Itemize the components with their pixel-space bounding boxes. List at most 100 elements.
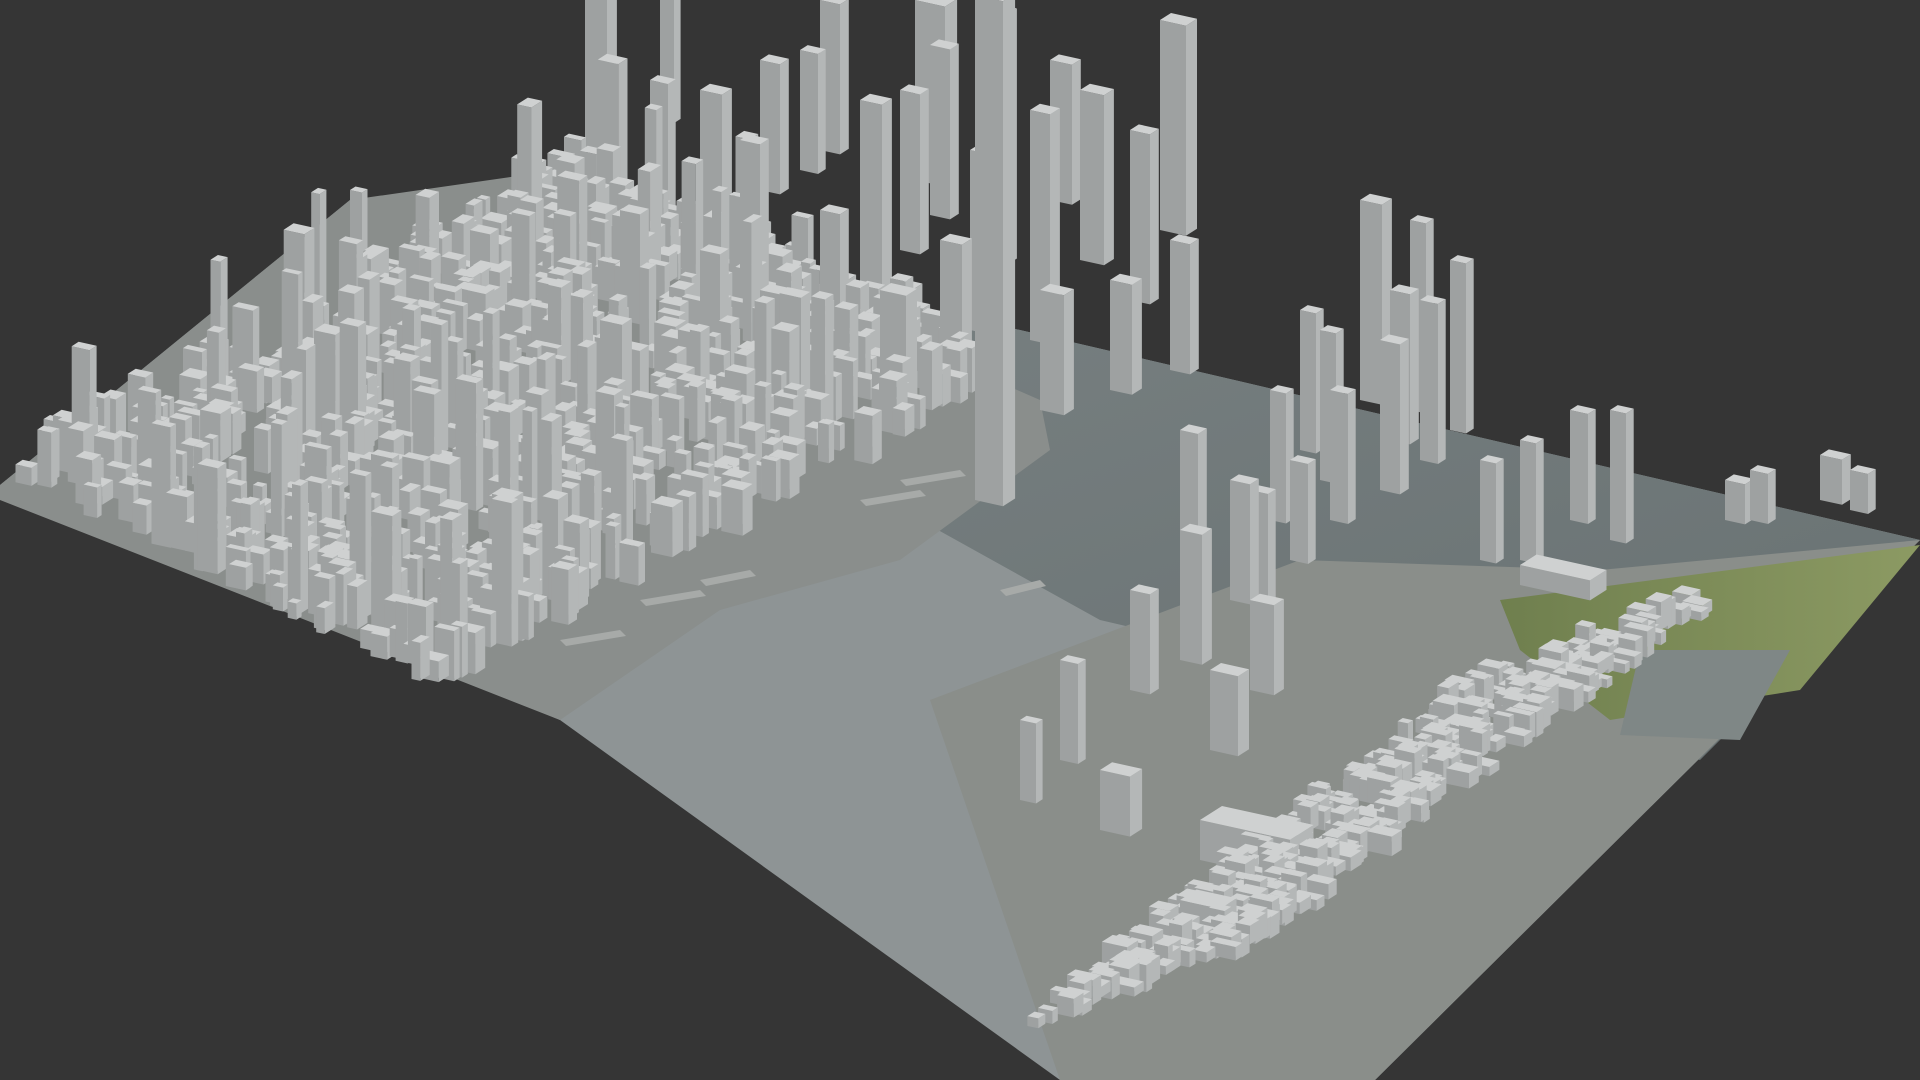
building-face-left — [900, 90, 920, 255]
building-face-right — [476, 378, 484, 511]
building — [1750, 465, 1776, 524]
building-face-right — [1078, 659, 1086, 764]
building-face-left — [272, 585, 283, 612]
building-face-left — [83, 484, 98, 518]
building-face-left — [892, 408, 905, 437]
building-face-right — [942, 364, 951, 407]
building-face-left — [1020, 720, 1036, 804]
building-face-right — [296, 600, 302, 620]
building — [930, 39, 959, 220]
building-face-left — [287, 601, 297, 620]
building — [132, 498, 154, 535]
building-face-left — [335, 572, 344, 626]
building-face-right — [1441, 778, 1447, 797]
building-face-right — [1104, 89, 1114, 266]
building-face-left — [1230, 480, 1250, 605]
building-face-right — [1308, 459, 1316, 564]
building-face-left — [37, 429, 52, 488]
building-face-right — [441, 320, 449, 455]
building — [1380, 334, 1409, 495]
building-face-left — [860, 100, 882, 305]
building-face-right — [1536, 707, 1544, 738]
building-face-left — [742, 220, 752, 343]
building-face-right — [217, 462, 227, 575]
building-face-left — [1080, 90, 1104, 266]
building-face-right — [688, 492, 697, 552]
building — [1446, 761, 1479, 789]
building — [854, 406, 882, 465]
building-face-right — [626, 436, 633, 556]
building-face-left — [639, 267, 649, 355]
3d-viewport[interactable] — [0, 0, 1920, 1080]
building-face-right — [1868, 469, 1876, 514]
building-face-right — [528, 593, 534, 641]
building — [761, 455, 781, 502]
building-face-right — [511, 499, 519, 647]
building — [721, 479, 753, 536]
building — [639, 262, 657, 355]
building-face-right — [1064, 289, 1074, 416]
building-face-right — [920, 88, 929, 255]
building-face-left — [1450, 260, 1466, 434]
building-face-right — [882, 98, 892, 305]
building — [860, 93, 892, 305]
building-face-right — [1130, 768, 1143, 837]
building-face-right — [357, 580, 368, 630]
building — [37, 425, 58, 488]
building — [197, 458, 227, 575]
building-face-right — [245, 563, 253, 591]
building — [316, 600, 334, 634]
building-face-right — [51, 428, 58, 488]
building — [292, 479, 308, 614]
building — [1230, 474, 1259, 605]
building-face-left — [805, 426, 817, 446]
building-face-right — [1268, 489, 1276, 604]
building — [1820, 449, 1851, 505]
building-face-right — [932, 344, 943, 411]
building-face-right — [475, 626, 486, 675]
building-face-left — [1250, 600, 1274, 696]
building-face-right — [490, 611, 497, 648]
building-face-right — [283, 584, 288, 612]
building-face-left — [254, 427, 268, 474]
building-face-left — [1850, 470, 1868, 514]
building-face-right — [232, 408, 242, 455]
building — [1366, 824, 1402, 857]
building — [551, 560, 577, 625]
building-face-right — [789, 454, 800, 499]
building-face-right — [1003, 0, 1016, 507]
building-face-left — [930, 45, 950, 220]
building-face-right — [1274, 599, 1284, 696]
building — [1020, 715, 1043, 804]
building — [900, 84, 929, 255]
building — [892, 402, 915, 437]
building-face-left — [1040, 290, 1064, 416]
building-face-right — [256, 367, 265, 413]
building — [651, 495, 683, 558]
building — [1210, 663, 1249, 757]
building-face-left — [1750, 470, 1768, 524]
building — [619, 538, 645, 586]
building-face-right — [1768, 469, 1776, 524]
building-face-left — [651, 502, 673, 558]
building — [1290, 455, 1316, 564]
building-face-right — [1400, 338, 1409, 495]
building-face-right — [1410, 288, 1419, 445]
building-face-left — [1520, 440, 1536, 564]
building-face-right — [1150, 588, 1159, 695]
building-face-left — [854, 412, 873, 465]
building-face-right — [1036, 719, 1043, 804]
building-face-left — [292, 483, 301, 614]
building — [1250, 593, 1284, 696]
building-face-right — [300, 481, 308, 614]
building-face-left — [818, 422, 829, 464]
building-face-left — [975, 0, 1003, 507]
building-face-right — [220, 407, 232, 463]
building-face-left — [1300, 310, 1316, 454]
building-face-right — [1238, 669, 1249, 757]
building-face-right — [818, 49, 826, 174]
building-face-left — [166, 492, 187, 551]
building — [1520, 435, 1544, 564]
building-face-left — [688, 385, 698, 442]
city-scene[interactable] — [0, 0, 1920, 1080]
